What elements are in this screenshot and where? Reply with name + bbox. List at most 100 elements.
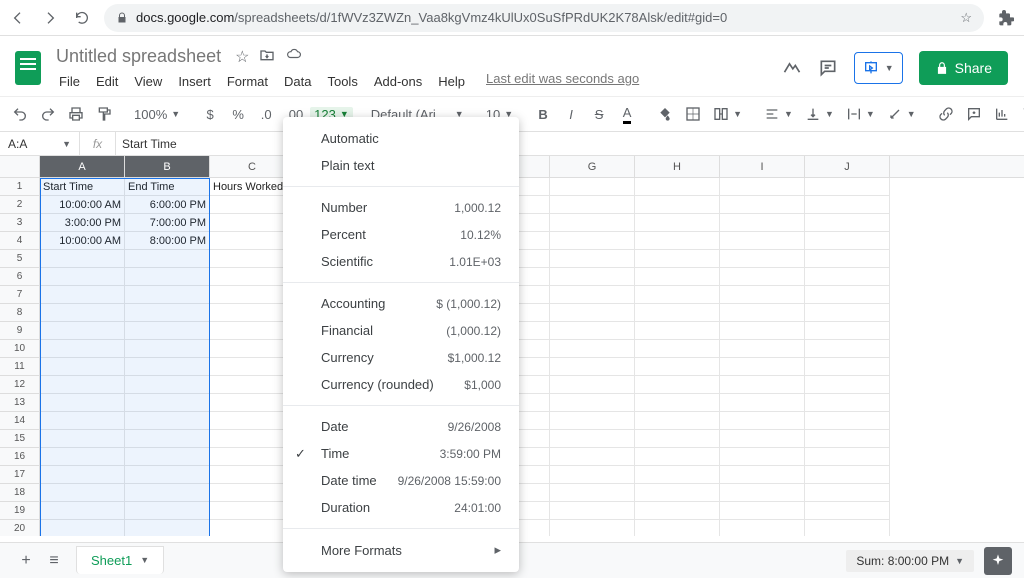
cell[interactable] — [550, 484, 635, 502]
menu-edit[interactable]: Edit — [89, 71, 125, 92]
cell[interactable] — [125, 322, 210, 340]
cell[interactable] — [805, 376, 890, 394]
activity-icon[interactable] — [782, 58, 802, 78]
cell[interactable] — [720, 412, 805, 430]
cell[interactable] — [635, 484, 720, 502]
cell[interactable] — [720, 304, 805, 322]
filter-button[interactable]: ▼ — [1018, 106, 1024, 122]
cell[interactable] — [805, 268, 890, 286]
cell[interactable] — [125, 502, 210, 520]
format-option-scientific[interactable]: Scientific1.01E+03 — [283, 248, 519, 275]
cell[interactable] — [125, 394, 210, 412]
row-header[interactable]: 13 — [0, 394, 40, 412]
column-header-A[interactable]: A — [40, 156, 125, 177]
format-option-number[interactable]: Number1,000.12 — [283, 194, 519, 221]
cell[interactable] — [40, 484, 125, 502]
cell[interactable] — [40, 268, 125, 286]
cell[interactable] — [550, 214, 635, 232]
cell[interactable] — [635, 232, 720, 250]
row-header[interactable]: 10 — [0, 340, 40, 358]
format-option-percent[interactable]: Percent10.12% — [283, 221, 519, 248]
cell[interactable] — [550, 466, 635, 484]
redo-button[interactable] — [36, 101, 60, 127]
cell[interactable] — [40, 376, 125, 394]
present-button[interactable]: ▼ — [854, 52, 903, 84]
cell[interactable] — [805, 322, 890, 340]
share-button[interactable]: Share — [919, 51, 1008, 85]
cell[interactable] — [635, 322, 720, 340]
cloud-status-icon[interactable] — [285, 47, 303, 67]
cell[interactable] — [720, 394, 805, 412]
menu-addons[interactable]: Add-ons — [367, 71, 429, 92]
cell[interactable] — [635, 502, 720, 520]
star-icon[interactable]: ☆ — [960, 10, 972, 26]
cell[interactable] — [720, 214, 805, 232]
cell[interactable] — [40, 286, 125, 304]
cell[interactable] — [550, 196, 635, 214]
cell[interactable] — [550, 322, 635, 340]
currency-button[interactable]: $ — [198, 101, 222, 127]
star-doc-icon[interactable]: ☆ — [235, 47, 249, 67]
row-header[interactable]: 9 — [0, 322, 40, 340]
cell[interactable] — [40, 304, 125, 322]
format-option-currency-rounded-[interactable]: Currency (rounded)$1,000 — [283, 371, 519, 398]
menu-file[interactable]: File — [52, 71, 87, 92]
column-header-J[interactable]: J — [805, 156, 890, 177]
format-option-duration[interactable]: Duration24:01:00 — [283, 494, 519, 521]
select-all-corner[interactable] — [0, 156, 40, 177]
cell[interactable] — [805, 340, 890, 358]
cell[interactable] — [125, 358, 210, 376]
row-header[interactable]: 12 — [0, 376, 40, 394]
cell[interactable] — [805, 286, 890, 304]
cell[interactable] — [720, 322, 805, 340]
all-sheets-button[interactable]: ≡ — [40, 547, 68, 575]
cell[interactable] — [805, 250, 890, 268]
format-option-date[interactable]: Date9/26/2008 — [283, 413, 519, 440]
cell[interactable] — [805, 196, 890, 214]
menu-tools[interactable]: Tools — [320, 71, 364, 92]
comments-icon[interactable] — [818, 58, 838, 78]
cell[interactable] — [40, 412, 125, 430]
row-header[interactable]: 3 — [0, 214, 40, 232]
cell[interactable] — [550, 286, 635, 304]
cell[interactable] — [550, 448, 635, 466]
text-color-button[interactable]: A — [615, 101, 639, 127]
cell[interactable] — [720, 466, 805, 484]
cell[interactable] — [635, 430, 720, 448]
link-button[interactable] — [934, 101, 958, 127]
cell[interactable] — [635, 466, 720, 484]
cell[interactable] — [805, 448, 890, 466]
cell[interactable] — [550, 232, 635, 250]
format-option-financial[interactable]: Financial(1,000.12) — [283, 317, 519, 344]
cell[interactable] — [40, 430, 125, 448]
cell[interactable] — [40, 448, 125, 466]
menu-help[interactable]: Help — [431, 71, 472, 92]
cell[interactable] — [720, 178, 805, 196]
last-edit-link[interactable]: Last edit was seconds ago — [486, 71, 639, 92]
doc-title[interactable]: Untitled spreadsheet — [52, 44, 225, 69]
cell[interactable] — [635, 376, 720, 394]
row-header[interactable]: 5 — [0, 250, 40, 268]
cell[interactable] — [550, 250, 635, 268]
cell[interactable] — [125, 376, 210, 394]
italic-button[interactable]: I — [559, 101, 583, 127]
wrap-button[interactable]: ▼ — [842, 106, 879, 122]
row-header[interactable]: 18 — [0, 484, 40, 502]
v-align-button[interactable]: ▼ — [801, 106, 838, 122]
cell[interactable]: 7:00:00 PM — [125, 214, 210, 232]
format-option-time[interactable]: ✓Time3:59:00 PM — [283, 440, 519, 467]
sheet-tab[interactable]: Sheet1▼ — [76, 546, 164, 574]
name-box[interactable]: A:A▼ — [0, 132, 80, 155]
cell[interactable] — [40, 520, 125, 536]
paint-format-button[interactable] — [92, 101, 116, 127]
menu-data[interactable]: Data — [277, 71, 318, 92]
cell[interactable] — [550, 502, 635, 520]
format-option-automatic[interactable]: Automatic — [283, 125, 519, 152]
row-header[interactable]: 8 — [0, 304, 40, 322]
format-option-more-formats[interactable]: More Formats▸ — [283, 536, 519, 564]
reload-button[interactable] — [72, 8, 92, 28]
cell[interactable] — [40, 250, 125, 268]
column-header-B[interactable]: B — [125, 156, 210, 177]
cell[interactable] — [550, 358, 635, 376]
cell[interactable] — [635, 304, 720, 322]
